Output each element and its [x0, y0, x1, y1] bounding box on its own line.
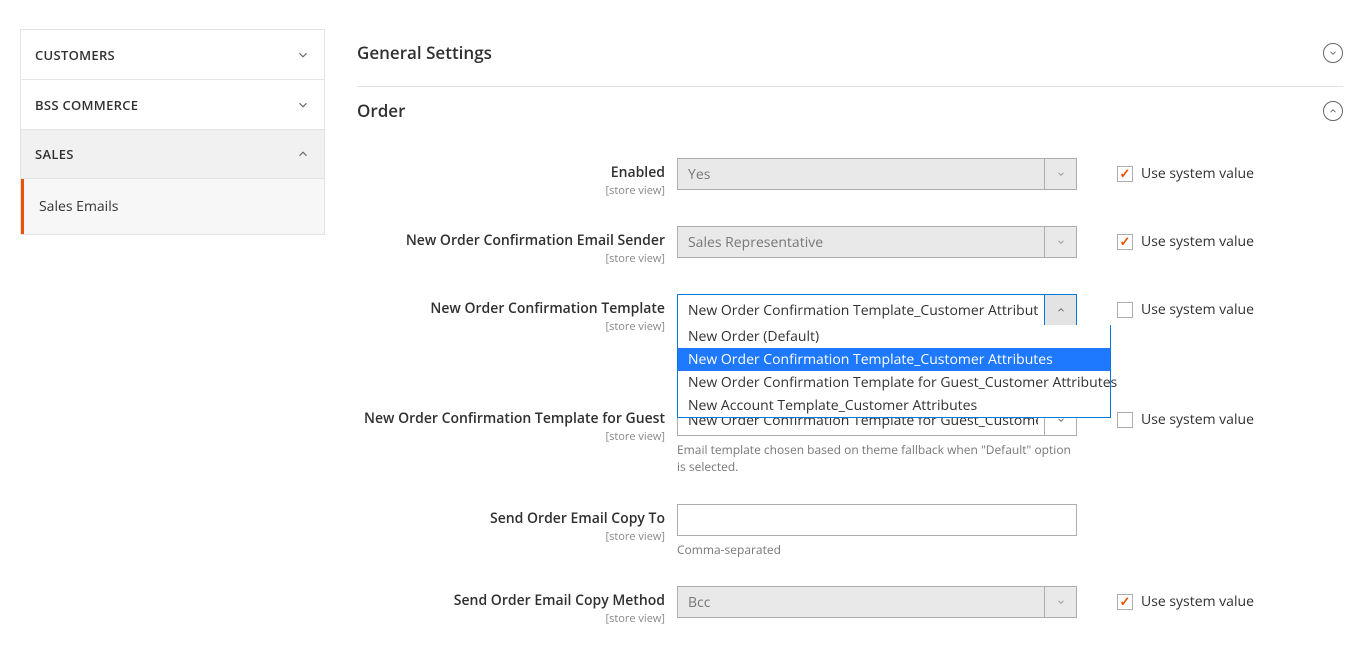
field-note: Email template chosen based on theme fal…	[677, 442, 1077, 476]
sender-select: Sales Representative	[677, 226, 1077, 258]
use-system-col: Use system value	[1077, 586, 1254, 611]
field-label: New Order Confirmation Template	[430, 299, 665, 318]
select-value: Yes	[688, 165, 1038, 184]
section-order[interactable]: Order	[357, 87, 1343, 154]
row-copy-to: Send Order Email Copy To [store view] Co…	[357, 504, 1343, 559]
sidebar: CUSTOMERS BSS COMMERCE SALES Sales Email…	[20, 29, 325, 235]
field-col: Comma-separated	[677, 504, 1077, 559]
sidebar-item-bss-commerce[interactable]: BSS COMMERCE	[20, 79, 325, 129]
label-col: New Order Confirmation Email Sender [sto…	[357, 226, 677, 266]
field-label: Send Order Email Copy To	[490, 509, 665, 528]
use-system-checkbox[interactable]	[1117, 166, 1133, 182]
chevron-down-icon	[1044, 159, 1076, 189]
sidebar-item-label: BSS COMMERCE	[35, 96, 138, 114]
chevron-up-icon	[1044, 295, 1076, 325]
select-value: Bcc	[688, 593, 1038, 612]
field-scope: [store view]	[357, 319, 665, 334]
order-form: Enabled [store view] Yes Use system valu…	[357, 154, 1343, 626]
chevron-down-icon	[1044, 227, 1076, 257]
template-dropdown: New Order (Default) New Order Confirmati…	[677, 325, 1111, 418]
field-scope: [store view]	[357, 183, 665, 198]
label-col: Send Order Email Copy Method [store view…	[357, 586, 677, 626]
sidebar-item-label: Sales Emails	[39, 197, 118, 216]
copy-to-input[interactable]	[677, 504, 1077, 536]
use-system-col: Use system value	[1077, 226, 1254, 251]
use-system-col: Use system value	[1077, 294, 1254, 319]
use-system-label: Use system value	[1141, 232, 1254, 251]
chevron-down-icon	[1044, 587, 1076, 617]
expand-icon	[1323, 43, 1343, 63]
chevron-down-icon	[296, 98, 310, 112]
sidebar-submenu-sales: Sales Emails	[20, 179, 325, 235]
field-col: Bcc	[677, 586, 1077, 618]
collapse-icon	[1323, 101, 1343, 121]
use-system-checkbox[interactable]	[1117, 302, 1133, 318]
sidebar-item-customers[interactable]: CUSTOMERS	[20, 29, 325, 79]
use-system-label: Use system value	[1141, 164, 1254, 183]
section-general-settings[interactable]: General Settings	[357, 29, 1343, 87]
dropdown-option[interactable]: New Account Template_Customer Attributes	[678, 394, 1110, 417]
label-col: Enabled [store view]	[357, 158, 677, 198]
field-scope: [store view]	[357, 529, 665, 544]
main-panel: General Settings Order Enabled [store vi…	[357, 29, 1343, 654]
use-system-checkbox[interactable]	[1117, 412, 1133, 428]
chevron-up-icon	[296, 147, 310, 161]
row-enabled: Enabled [store view] Yes Use system valu…	[357, 158, 1343, 198]
field-col: Sales Representative	[677, 226, 1077, 258]
field-label: Send Order Email Copy Method	[454, 591, 665, 610]
use-system-label: Use system value	[1141, 410, 1254, 429]
dropdown-option[interactable]: New Order Confirmation Template for Gues…	[678, 371, 1110, 394]
sidebar-item-sales-emails[interactable]: Sales Emails	[21, 179, 324, 234]
section-title: Order	[357, 99, 405, 122]
field-note: Comma-separated	[677, 542, 1077, 559]
select-value: Sales Representative	[688, 233, 1038, 252]
use-system-label: Use system value	[1141, 300, 1254, 319]
use-system-checkbox[interactable]	[1117, 594, 1133, 610]
field-label: Enabled	[611, 163, 665, 182]
dropdown-option[interactable]: New Order (Default)	[678, 325, 1110, 348]
field-scope: [store view]	[357, 429, 665, 444]
dropdown-option[interactable]: New Order Confirmation Template_Customer…	[678, 348, 1110, 371]
use-system-label: Use system value	[1141, 592, 1254, 611]
copy-method-select: Bcc	[677, 586, 1077, 618]
row-copy-method: Send Order Email Copy Method [store view…	[357, 586, 1343, 626]
sidebar-item-label: SALES	[35, 145, 74, 163]
field-col: Yes	[677, 158, 1077, 190]
use-system-checkbox[interactable]	[1117, 234, 1133, 250]
row-template: New Order Confirmation Template [store v…	[357, 294, 1343, 334]
field-label: New Order Confirmation Template for Gues…	[364, 409, 665, 428]
label-col: New Order Confirmation Template [store v…	[357, 294, 677, 334]
row-sender: New Order Confirmation Email Sender [sto…	[357, 226, 1343, 266]
section-title: General Settings	[357, 41, 492, 64]
enabled-select: Yes	[677, 158, 1077, 190]
field-col: New Order Confirmation Template_Customer…	[677, 294, 1077, 326]
field-scope: [store view]	[357, 251, 665, 266]
field-scope: [store view]	[357, 611, 665, 626]
sidebar-item-label: CUSTOMERS	[35, 46, 115, 64]
select-value: New Order Confirmation Template_Customer…	[688, 301, 1038, 320]
sidebar-item-sales[interactable]: SALES	[20, 129, 325, 179]
label-col: Send Order Email Copy To [store view]	[357, 504, 677, 544]
use-system-col: Use system value	[1077, 158, 1254, 183]
template-select[interactable]: New Order Confirmation Template_Customer…	[677, 294, 1077, 326]
field-label: New Order Confirmation Email Sender	[406, 231, 665, 250]
chevron-down-icon	[296, 48, 310, 62]
label-col: New Order Confirmation Template for Gues…	[357, 404, 677, 444]
